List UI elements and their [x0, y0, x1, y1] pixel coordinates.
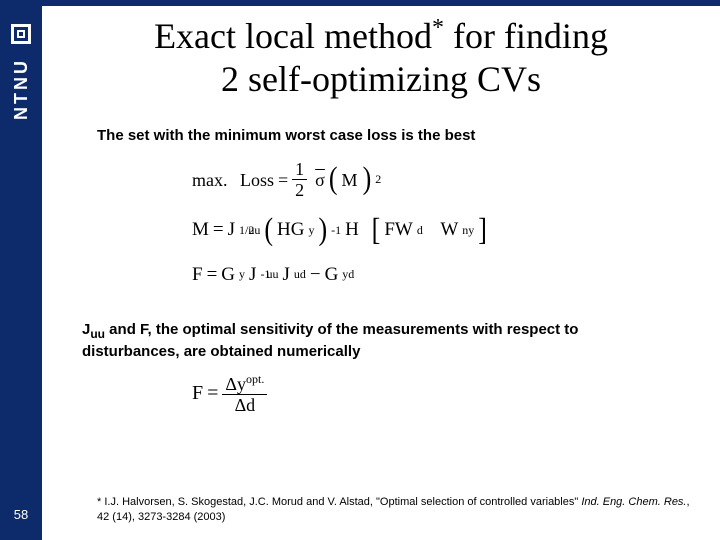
eq-paren-l: (: [329, 152, 338, 208]
title-star: *: [432, 15, 444, 41]
eqM-neg1: -1: [331, 220, 341, 242]
footnote: * I.J. Halvorsen, S. Skogestad, J.C. Mor…: [97, 495, 690, 524]
eqF-minus: −: [310, 258, 321, 292]
title-part1: Exact local method: [154, 16, 432, 56]
eqF-ud: ud: [294, 264, 306, 286]
title-line2: 2 self-optimizing CVs: [221, 59, 541, 99]
eqF-y: y: [239, 264, 245, 286]
eqFb-num: Δyopt.: [222, 373, 267, 395]
eq-equals: =: [278, 164, 288, 196]
equation-m: M = J1/2uu ( HGy )-1 H [ FWd Wny ]: [192, 207, 720, 254]
eqF-G2: G: [325, 258, 339, 292]
equation-f-big: F = Δyopt. Δd: [192, 373, 720, 414]
eqM-ny: ny: [462, 220, 474, 242]
juu-paragraph: Juu and F, the optimal sensitivity of th…: [82, 320, 680, 362]
eq-sigma-bar: σ: [315, 164, 325, 196]
eqF-Jud: J: [282, 258, 289, 292]
equation-loss: max. Loss = 1 2 σ ( M ) 2 M = J1/2uu (: [192, 156, 720, 292]
eqM-M: M: [192, 213, 209, 247]
eqM-uu: uu: [248, 220, 260, 242]
juu-sub: uu: [90, 327, 105, 341]
content-area: Exact local method* for finding 2 self-o…: [42, 6, 720, 540]
eqF-uu: uu: [266, 264, 278, 286]
frac-num: 1: [292, 160, 307, 180]
eqF-G: G: [221, 258, 235, 292]
eq-half-frac: 1 2: [292, 160, 307, 199]
slide-title: Exact local method* for finding 2 self-o…: [72, 14, 690, 101]
equation-f-small: F = Gy J-1uu Jud − Gyd: [192, 258, 720, 292]
eqFb-den: Δd: [232, 395, 259, 414]
footnote-journal: Ind. Eng. Chem. Res.: [581, 496, 686, 508]
slide-number: 58: [8, 507, 34, 522]
frac-den: 2: [292, 180, 307, 199]
eqM-y: y: [309, 220, 315, 242]
eqF-eq: =: [207, 258, 218, 292]
eqM-d: d: [417, 220, 423, 242]
sidebar: NTNU: [0, 6, 42, 540]
footnote-authors: I.J. Halvorsen, S. Skogestad, J.C. Morud…: [104, 496, 376, 508]
eqM-HG: HG: [277, 213, 304, 247]
eq-paren-r: ): [363, 152, 372, 208]
eqM-H: H: [345, 213, 359, 247]
intro-text: The set with the minimum worst case loss…: [97, 127, 680, 144]
eqM-W: W: [440, 213, 458, 247]
eqF-d: d: [348, 264, 354, 286]
slide: NTNU 58 Exact local method* for finding …: [0, 0, 720, 540]
title-part2: for finding: [444, 16, 608, 56]
eqM-br: ]: [478, 202, 487, 258]
eqM-FW: FW: [384, 213, 413, 247]
eqM-bl: [: [372, 202, 381, 258]
eqFb-num-dy: Δy: [225, 374, 246, 394]
eqF-J: J: [249, 258, 256, 292]
eqFb-frac: Δyopt. Δd: [222, 373, 267, 414]
ntnu-logo-icon: [11, 24, 31, 44]
eqM-rp: ): [319, 202, 328, 258]
eqFb-eq: =: [207, 382, 218, 405]
eqM-lp: (: [264, 202, 273, 258]
footnote-title: "Optimal selection of controlled variabl…: [376, 496, 581, 508]
eqFb-num-sup: opt.: [246, 372, 264, 386]
eq-exp2: 2: [375, 169, 381, 191]
eqFb-F: F: [192, 382, 203, 405]
eqM-J: J: [228, 213, 235, 247]
eqM-eq: =: [213, 213, 224, 247]
eq-max-label: max.: [192, 164, 228, 196]
sidebar-org-label: NTNU: [11, 58, 32, 120]
juu-rest: and F, the optimal sensitivity of the me…: [82, 321, 578, 360]
eqF-F: F: [192, 258, 203, 292]
eq-loss-label: Loss: [240, 164, 274, 196]
